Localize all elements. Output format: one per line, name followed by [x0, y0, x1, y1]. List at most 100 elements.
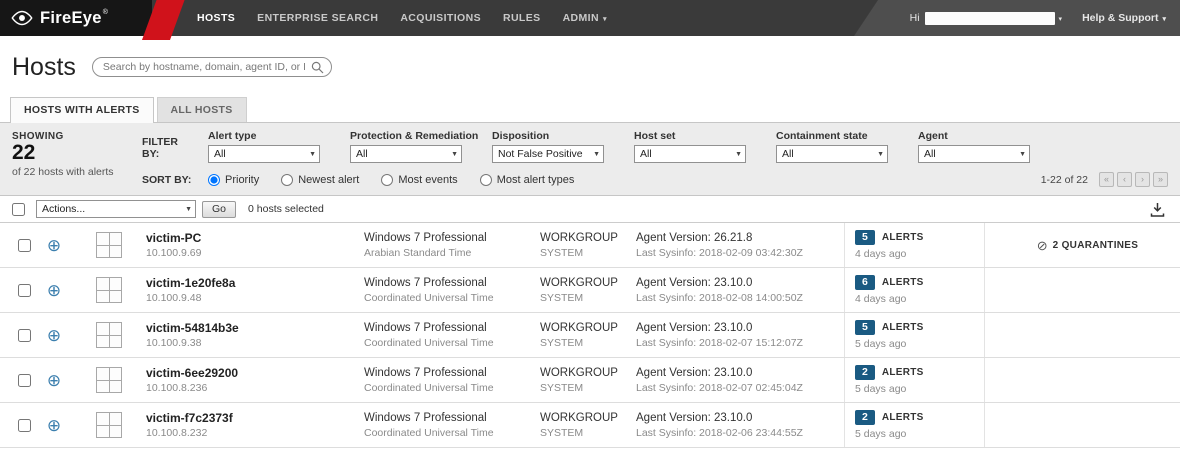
nav-hosts[interactable]: HOSTS [186, 0, 246, 36]
host-domain: WORKGROUP [540, 321, 636, 336]
agent-select[interactable]: All ▼ [918, 145, 1030, 163]
hostname-link[interactable]: victim-54814b3e [146, 321, 364, 336]
alerts-age: 5 days ago [855, 382, 984, 396]
alert-count-badge: 2 [855, 365, 875, 380]
nav-rules[interactable]: RULES [492, 0, 552, 36]
search-input[interactable] [92, 57, 332, 77]
nav-admin-label: ADMIN [563, 12, 599, 24]
next-page-button[interactable]: › [1135, 172, 1150, 187]
fireeye-eye-icon [10, 9, 34, 27]
alert-type-select[interactable]: All ▼ [208, 145, 320, 163]
host-ip: 10.100.9.48 [146, 291, 364, 305]
host-user: SYSTEM [540, 336, 636, 350]
expand-host-icon[interactable]: ⊕ [47, 417, 61, 434]
host-os-icon [96, 232, 122, 258]
host-user: SYSTEM [540, 426, 636, 440]
sort-radio[interactable] [281, 174, 293, 186]
host-timezone: Coordinated Universal Time [364, 381, 540, 395]
host-domain: WORKGROUP [540, 366, 636, 381]
filter-group-containment: Containment state All ▼ [776, 130, 888, 163]
host-ip: 10.100.8.236 [146, 381, 364, 395]
select-all-checkbox[interactable] [12, 203, 25, 216]
agent-version: Agent Version: 23.10.0 [636, 366, 844, 381]
expand-host-icon[interactable]: ⊕ [47, 237, 61, 254]
tab-hosts-with-alerts[interactable]: HOSTS WITH ALERTS [10, 97, 154, 123]
last-sysinfo: Last Sysinfo: 2018-02-08 14:00:50Z [636, 291, 844, 305]
sort-radio[interactable] [480, 174, 492, 186]
actions-select[interactable]: Actions... ▼ [36, 200, 196, 218]
host-ip: 10.100.8.232 [146, 426, 364, 440]
alert-count-badge: 6 [855, 275, 875, 290]
alerts-label[interactable]: ALERTS [882, 277, 924, 288]
agent-version: Agent Version: 26.21.8 [636, 231, 844, 246]
table-row: ⊕ victim-1e20fe8a 10.100.9.48 Windows 7 … [0, 268, 1180, 313]
host-table: ⊕ victim-PC 10.100.9.69 Windows 7 Profes… [0, 223, 1180, 448]
host-timezone: Coordinated Universal Time [364, 426, 540, 440]
sort-option-most-alert-types[interactable]: Most alert types [480, 174, 575, 186]
alert-count-badge: 2 [855, 410, 875, 425]
host-count-subtext: of 22 hosts with alerts [12, 166, 114, 178]
redacted-username [925, 12, 1055, 25]
first-page-button[interactable]: « [1099, 172, 1114, 187]
last-page-button[interactable]: » [1153, 172, 1168, 187]
page-title: Hosts [12, 51, 76, 83]
host-os-icon [96, 412, 122, 438]
agent-version: Agent Version: 23.10.0 [636, 276, 844, 291]
row-checkbox[interactable] [18, 239, 31, 252]
alerts-label[interactable]: ALERTS [882, 322, 924, 333]
hostname-link[interactable]: victim-f7c2373f [146, 411, 364, 426]
hostname-link[interactable]: victim-1e20fe8a [146, 276, 364, 291]
user-menu[interactable]: Hi ▾ [910, 12, 1062, 25]
go-button[interactable]: Go [202, 201, 236, 218]
row-checkbox[interactable] [18, 419, 31, 432]
prev-page-button[interactable]: ‹ [1117, 172, 1132, 187]
host-os: Windows 7 Professional [364, 366, 540, 381]
help-support-menu[interactable]: Help & Support ▾ [1082, 12, 1166, 24]
filter-group-alert-type: Alert type All ▼ [208, 130, 320, 163]
row-checkbox[interactable] [18, 284, 31, 297]
expand-host-icon[interactable]: ⊕ [47, 372, 61, 389]
alerts-label[interactable]: ALERTS [882, 232, 924, 243]
hostname-link[interactable]: victim-6ee29200 [146, 366, 364, 381]
nav-acquisitions[interactable]: ACQUISITIONS [389, 0, 492, 36]
host-os: Windows 7 Professional [364, 321, 540, 336]
host-set-select[interactable]: All ▼ [634, 145, 746, 163]
sort-radio[interactable] [208, 174, 220, 186]
expand-host-icon[interactable]: ⊕ [47, 327, 61, 344]
quarantine-info[interactable]: ⊘ 2 QUARANTINES [1037, 239, 1138, 252]
chevron-down-icon: ▼ [877, 146, 884, 163]
download-icon[interactable] [1149, 201, 1166, 218]
sort-option-priority[interactable]: Priority [208, 174, 259, 186]
sort-option-newest-alert[interactable]: Newest alert [281, 174, 359, 186]
row-checkbox[interactable] [18, 374, 31, 387]
quarantine-icon: ⊘ [1037, 239, 1048, 252]
filter-by-label: FILTER BY: [142, 136, 198, 163]
help-support-label: Help & Support [1082, 12, 1158, 24]
host-os: Windows 7 Professional [364, 231, 540, 246]
host-domain: WORKGROUP [540, 231, 636, 246]
disposition-select[interactable]: Not False Positive ▼ [492, 145, 604, 163]
host-os: Windows 7 Professional [364, 276, 540, 291]
fireeye-logo[interactable]: FireEye ® [10, 0, 108, 36]
results-summary: SHOWING 22 of 22 hosts with alerts [12, 131, 114, 178]
nav-enterprise-search[interactable]: ENTERPRISE SEARCH [246, 0, 389, 36]
host-user: SYSTEM [540, 291, 636, 305]
pagination: 1-22 of 22 « ‹ › » [1041, 172, 1168, 187]
host-count: 22 [12, 142, 114, 164]
last-sysinfo: Last Sysinfo: 2018-02-07 02:45:04Z [636, 381, 844, 395]
alerts-label[interactable]: ALERTS [882, 367, 924, 378]
alerts-label[interactable]: ALERTS [882, 412, 924, 423]
sort-by-label: SORT BY: [142, 174, 196, 186]
header-right-menus: Hi ▾ Help & Support ▾ [910, 0, 1180, 36]
containment-state-select[interactable]: All ▼ [776, 145, 888, 163]
host-timezone: Coordinated Universal Time [364, 291, 540, 305]
host-timezone: Coordinated Universal Time [364, 336, 540, 350]
nav-admin[interactable]: ADMIN ▾ [552, 0, 618, 36]
protection-remediation-select[interactable]: All ▼ [350, 145, 462, 163]
sort-radio[interactable] [381, 174, 393, 186]
hostname-link[interactable]: victim-PC [146, 231, 364, 246]
sort-option-most-events[interactable]: Most events [381, 174, 457, 186]
tab-all-hosts[interactable]: ALL HOSTS [157, 97, 247, 122]
row-checkbox[interactable] [18, 329, 31, 342]
expand-host-icon[interactable]: ⊕ [47, 282, 61, 299]
